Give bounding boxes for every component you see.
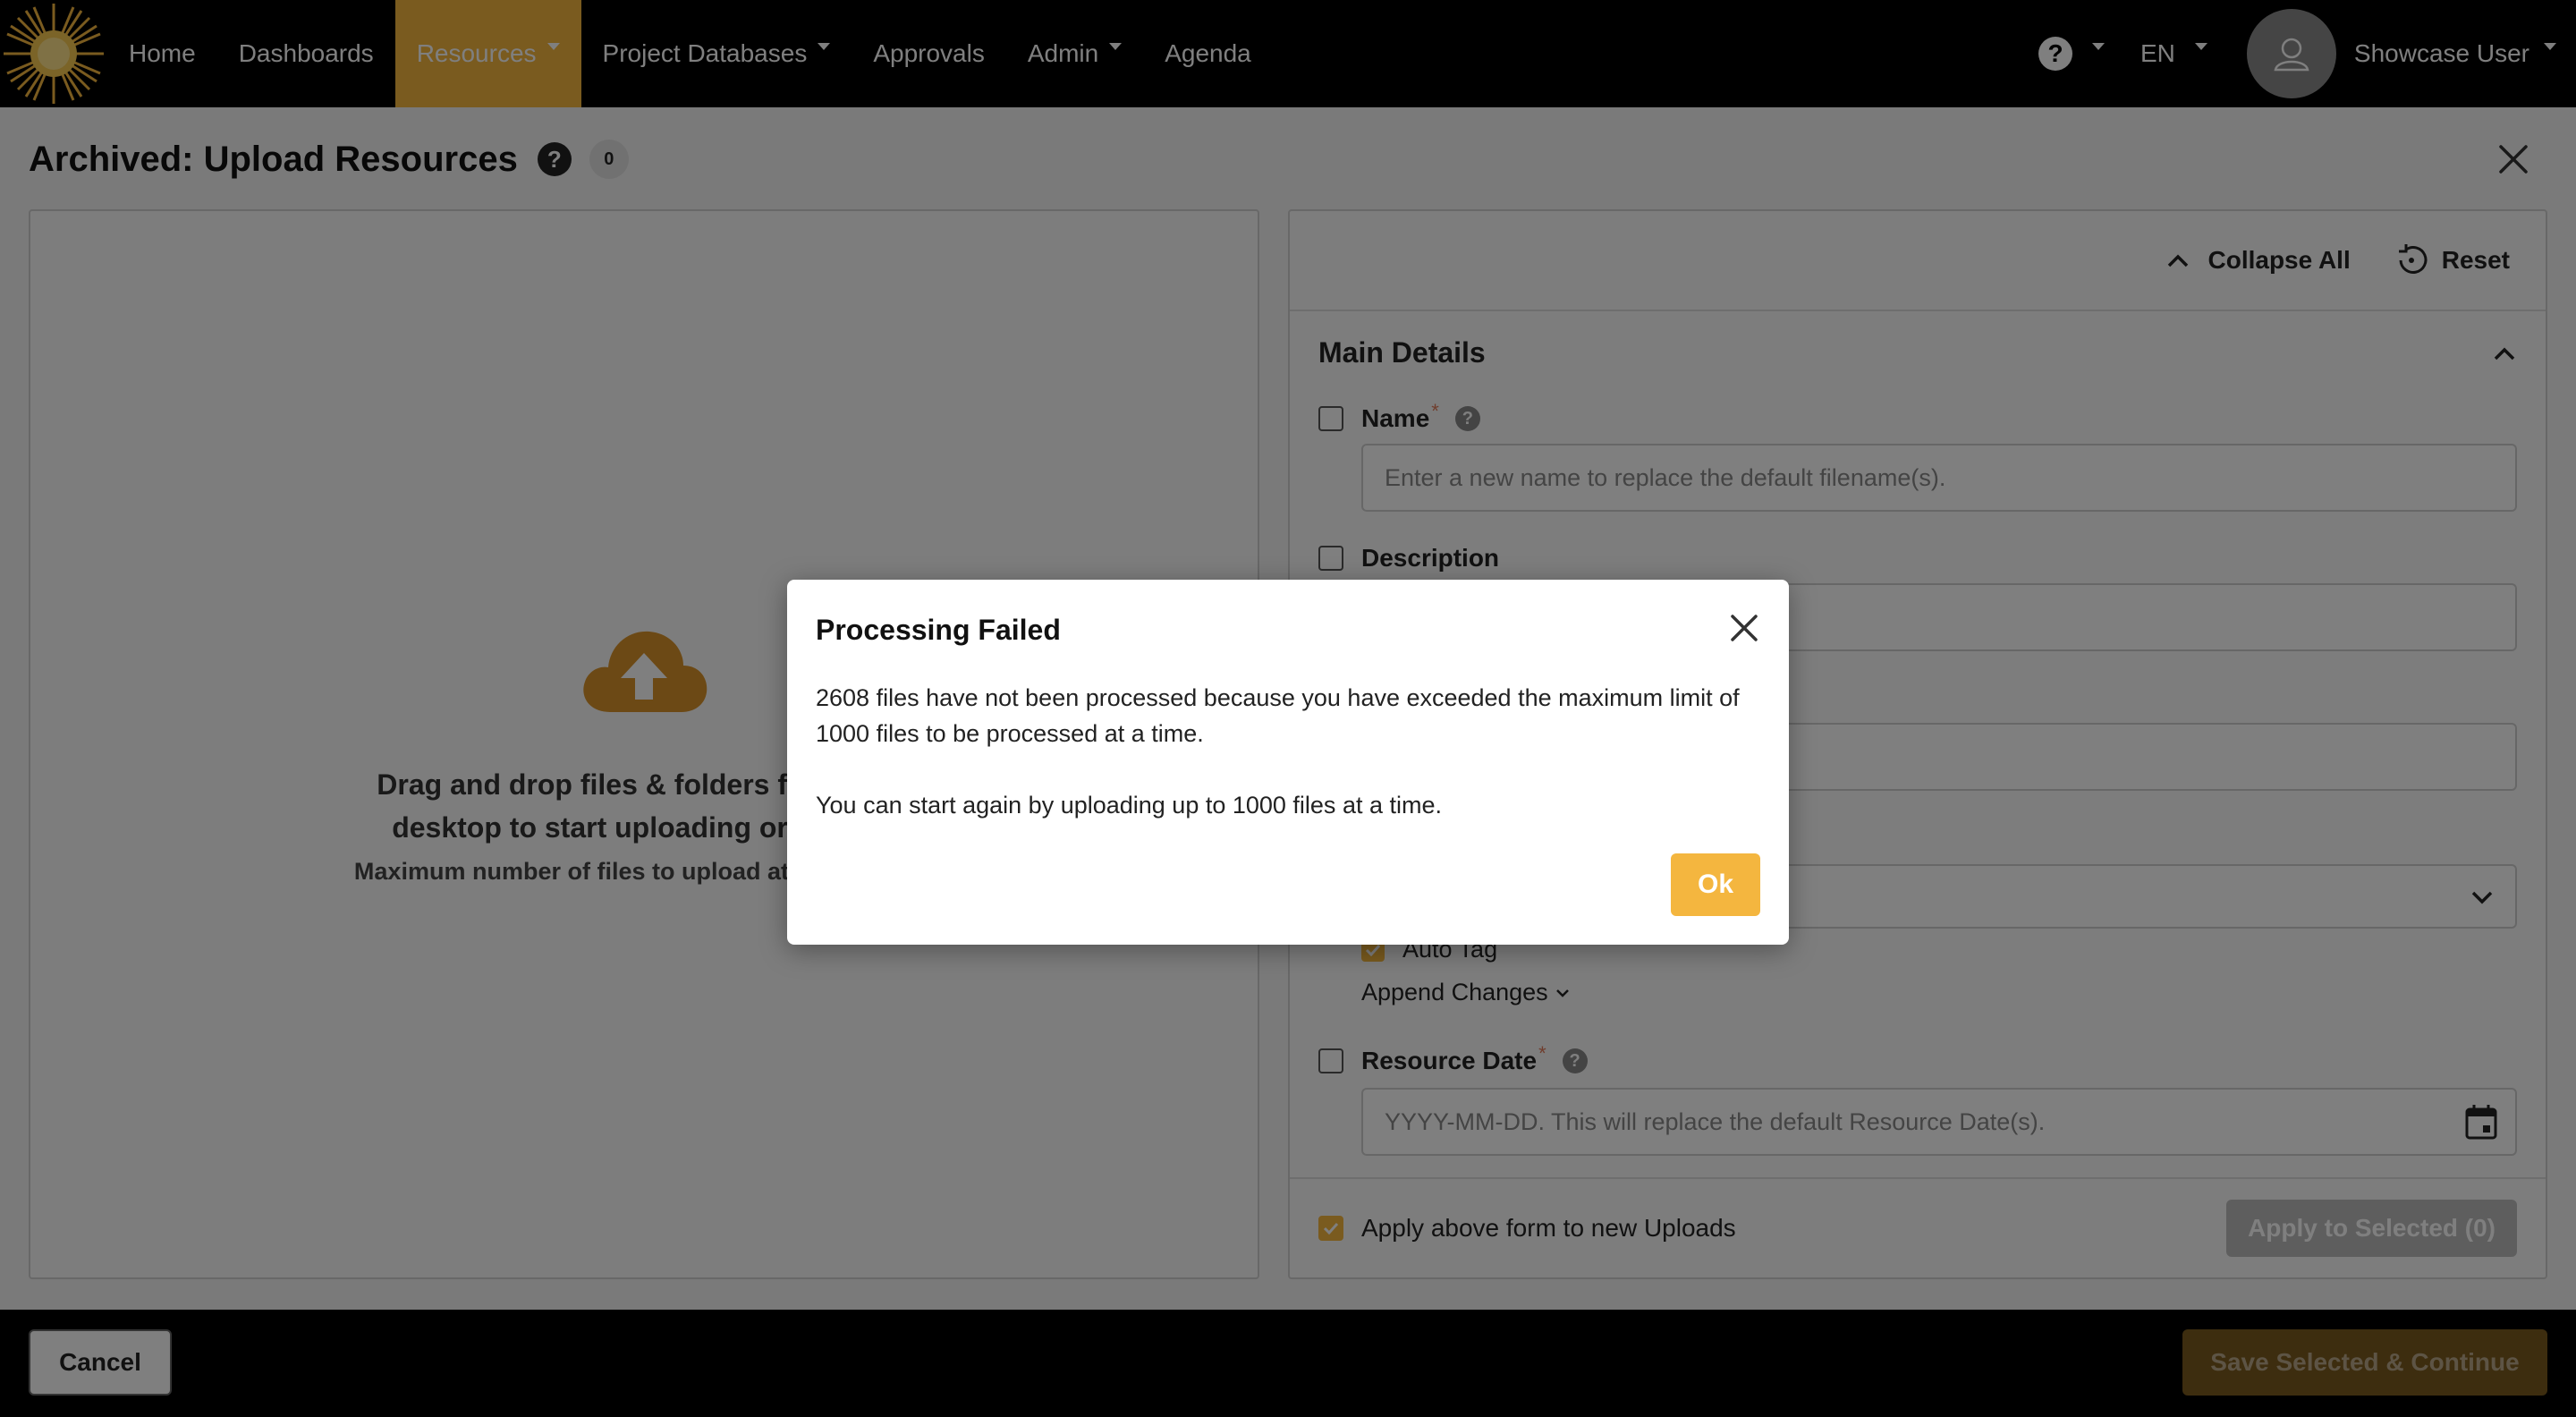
close-icon[interactable] [1728, 612, 1760, 644]
dialog-body: 2608 files have not been processed becau… [816, 680, 1760, 823]
ok-button[interactable]: Ok [1671, 853, 1760, 916]
dialog-message-2: You can start again by uploading up to 1… [816, 792, 1442, 819]
dialog-message-1: 2608 files have not been processed becau… [816, 684, 1740, 747]
modal-backdrop-bottom[interactable] [0, 1310, 2576, 1417]
dialog-title: Processing Failed [816, 614, 1061, 646]
processing-failed-dialog: Processing Failed 2608 files have not be… [787, 580, 1789, 945]
